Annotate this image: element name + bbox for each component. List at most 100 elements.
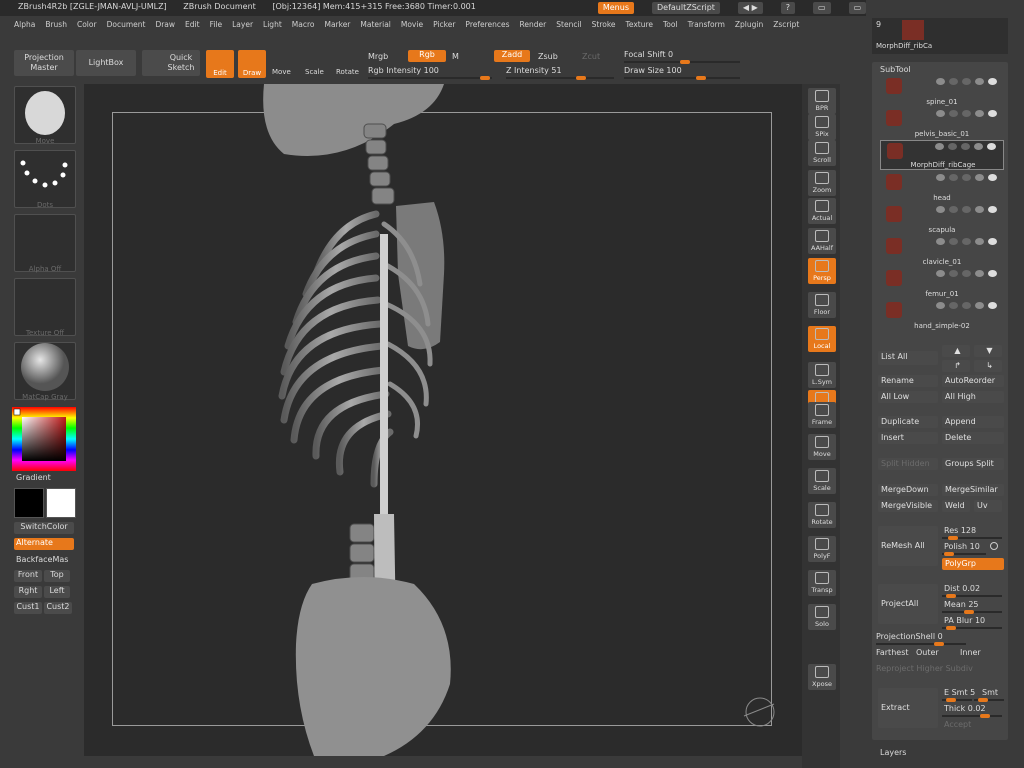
menu-item-tool[interactable]: Tool	[663, 20, 678, 29]
menu-item-alpha[interactable]: Alpha	[14, 20, 35, 29]
dist-slider[interactable]: Dist 0.02	[944, 584, 980, 593]
pa-blur-slider[interactable]: PA Blur 10	[944, 616, 985, 625]
focal-shift-track[interactable]	[624, 60, 740, 64]
polish-track[interactable]	[942, 552, 986, 556]
delete-button[interactable]: Delete	[942, 432, 1004, 444]
shelf-lsym-button[interactable]: L.Sym	[808, 362, 836, 388]
rotate-button[interactable]: Rotate	[336, 68, 359, 76]
subtool-item[interactable]: clavicle_01	[880, 236, 1004, 266]
mean-slider[interactable]: Mean 25	[944, 600, 979, 609]
backface-mask-button[interactable]: BackfaceMas	[16, 555, 68, 564]
layers-title[interactable]: Layers	[880, 748, 906, 757]
projection-master-button[interactable]: Projection Master	[14, 50, 74, 76]
duplicate-button[interactable]: Duplicate	[878, 416, 938, 428]
insert-button[interactable]: Insert	[878, 432, 938, 444]
list-all-button[interactable]: List All	[878, 351, 938, 365]
mergesimilar-button[interactable]: MergeSimilar	[942, 484, 1004, 496]
layout-icon[interactable]: ▭	[813, 2, 831, 14]
uv-button[interactable]: Uv	[974, 500, 1002, 512]
help-icon[interactable]: ?	[780, 2, 796, 14]
shelf-floor-button[interactable]: Floor	[808, 292, 836, 318]
menu-item-material[interactable]: Material	[360, 20, 390, 29]
mean-track[interactable]	[942, 610, 1002, 614]
rgb-intensity-track[interactable]	[368, 76, 492, 80]
subtool-title[interactable]: SubTool	[880, 65, 911, 74]
menu-item-preferences[interactable]: Preferences	[465, 20, 509, 29]
shelf-transp-button[interactable]: Transp	[808, 570, 836, 596]
focal-shift-slider[interactable]: Focal Shift 0	[624, 50, 673, 59]
shelf-actual-button[interactable]: Actual	[808, 198, 836, 224]
groups-split-button[interactable]: Groups Split	[942, 458, 1004, 470]
brush-thumbnail[interactable]: Move	[14, 86, 76, 145]
menu-item-stencil[interactable]: Stencil	[556, 20, 581, 29]
shelf-persp-button[interactable]: Persp	[808, 258, 836, 284]
default-zscript-button[interactable]: DefaultZScript	[652, 2, 720, 14]
shelf-spix-button[interactable]: SPix	[808, 114, 836, 140]
subtool-item[interactable]: pelvis_basic_01	[880, 108, 1004, 138]
zadd-button[interactable]: Zadd	[494, 50, 530, 62]
subtool-toggles[interactable]	[932, 174, 1002, 182]
thick-track[interactable]	[942, 714, 1002, 718]
menu-item-marker[interactable]: Marker	[324, 20, 350, 29]
shelf-zoom-button[interactable]: Zoom	[808, 170, 836, 196]
s-smt-slider[interactable]: Smt	[982, 688, 998, 697]
main-color-swatch[interactable]	[14, 488, 44, 518]
mergevisible-button[interactable]: MergeVisible	[878, 500, 938, 512]
remesh-all-button[interactable]: ReMesh All	[878, 526, 938, 566]
farthest-button[interactable]: Farthest	[876, 648, 909, 657]
shelf-bpr-button[interactable]: BPR	[808, 88, 836, 114]
move-button[interactable]: Move	[272, 68, 291, 76]
menus-button[interactable]: Menus	[597, 2, 634, 14]
quick-sketch-button[interactable]: Quick Sketch	[142, 50, 200, 76]
shelf-scale-button[interactable]: Scale	[808, 468, 836, 494]
move-up-icon[interactable]: ↱	[942, 360, 970, 372]
subtool-item[interactable]: spine_01	[880, 76, 1004, 106]
subtool-item[interactable]: femur_01	[880, 268, 1004, 298]
lightbox-button[interactable]: LightBox	[76, 50, 136, 76]
z-intensity-slider[interactable]: Z Intensity 51	[506, 66, 562, 75]
menu-item-file[interactable]: File	[210, 20, 223, 29]
menu-item-transform[interactable]: Transform	[688, 20, 725, 29]
tool-thumbnail-area[interactable]: 9 MorphDiff_ribCa	[872, 18, 1008, 54]
texture-thumbnail[interactable]: Texture Off	[14, 278, 76, 337]
draw-size-slider[interactable]: Draw Size 100	[624, 66, 682, 75]
subtool-item[interactable]: head	[880, 172, 1004, 202]
shelf-move-button[interactable]: Move	[808, 434, 836, 460]
projection-shell-slider[interactable]: ProjectionShell 0	[876, 632, 943, 641]
rgb-intensity-slider[interactable]: Rgb Intensity 100	[368, 66, 439, 75]
shelf-scroll-button[interactable]: Scroll	[808, 140, 836, 166]
right-button[interactable]: Rght	[14, 586, 42, 598]
dist-track[interactable]	[942, 594, 1002, 598]
menu-item-picker[interactable]: Picker	[433, 20, 455, 29]
subtool-toggles[interactable]	[931, 143, 1001, 151]
autoreorder-button[interactable]: AutoReorder	[942, 375, 1004, 387]
menu-item-stroke[interactable]: Stroke	[592, 20, 616, 29]
stroke-thumbnail[interactable]: Dots	[14, 150, 76, 209]
mrgb-button[interactable]: Mrgb	[368, 52, 388, 61]
menu-item-edit[interactable]: Edit	[185, 20, 200, 29]
thick-slider[interactable]: Thick 0.02	[944, 704, 986, 713]
weld-button[interactable]: Weld	[942, 500, 970, 512]
projectall-button[interactable]: ProjectAll	[878, 584, 938, 624]
polish-slider[interactable]: Polish 10	[944, 542, 980, 551]
shelf-solo-button[interactable]: Solo	[808, 604, 836, 630]
secondary-color-swatch[interactable]	[46, 488, 76, 518]
material-thumbnail[interactable]: MatCap Gray	[14, 342, 76, 401]
draw-button[interactable]: Draw	[238, 50, 266, 78]
alternate-button[interactable]: Alternate	[14, 538, 74, 550]
subtool-item[interactable]: MorphDiff_ribCage	[880, 140, 1004, 170]
s-smt-track[interactable]	[974, 698, 1004, 702]
shelf-xpose-button[interactable]: Xpose	[808, 664, 836, 690]
document-canvas[interactable]	[84, 84, 802, 756]
menu-item-layer[interactable]: Layer	[232, 20, 253, 29]
menu-item-movie[interactable]: Movie	[401, 20, 423, 29]
color-picker[interactable]	[12, 407, 76, 471]
subtool-toggles[interactable]	[932, 270, 1002, 278]
draw-size-track[interactable]	[624, 76, 740, 80]
projection-shell-track[interactable]	[876, 642, 966, 646]
polygrp-button[interactable]: PolyGrp	[942, 558, 1004, 570]
menu-item-zscript[interactable]: Zscript	[773, 20, 799, 29]
skeleton-model[interactable]	[84, 84, 802, 756]
z-intensity-track[interactable]	[506, 76, 614, 80]
down-arrow-button[interactable]: ▼	[974, 345, 1002, 357]
